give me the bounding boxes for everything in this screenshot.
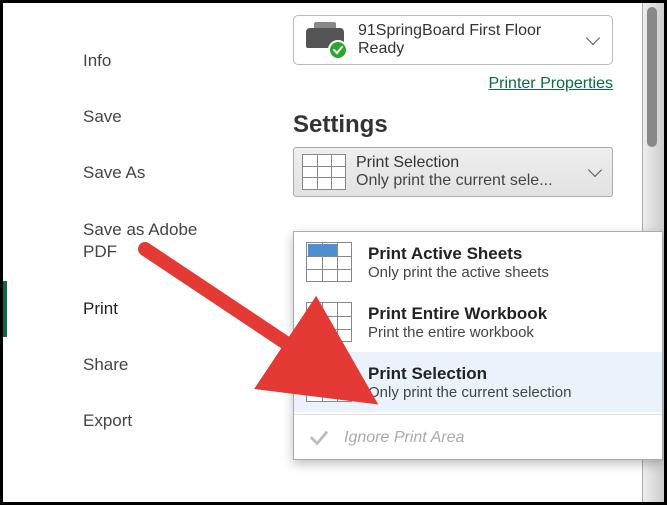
sidebar-item-save[interactable]: Save xyxy=(3,89,233,145)
sheet-selection-icon xyxy=(306,362,352,402)
check-icon xyxy=(328,40,348,60)
chevron-down-icon xyxy=(588,163,602,177)
ignore-label: Ignore Print Area xyxy=(344,429,464,447)
sidebar-label: Save as Adobe PDF xyxy=(83,220,197,261)
print-what-title: Print Selection xyxy=(356,154,590,172)
option-sub: Only print the current selection xyxy=(368,384,650,401)
sidebar-label: Info xyxy=(83,51,111,70)
option-ignore-print-area: Ignore Print Area xyxy=(294,417,662,459)
backstage-sidebar: Info Save Save As Save as Adobe PDF Prin… xyxy=(3,3,233,502)
option-title: Print Selection xyxy=(368,364,650,384)
printer-name: 91SpringBoard First Floor xyxy=(358,22,588,40)
sheet-active-icon xyxy=(306,242,352,282)
sidebar-label: Export xyxy=(83,411,132,430)
sidebar-item-export[interactable]: Export xyxy=(3,393,233,449)
option-print-active-sheets[interactable]: Print Active Sheets Only print the activ… xyxy=(294,232,662,292)
option-title: Print Active Sheets xyxy=(368,244,650,264)
chevron-down-icon xyxy=(586,31,600,45)
printer-status: Ready xyxy=(358,40,588,58)
sheet-workbook-icon xyxy=(306,302,352,342)
sidebar-item-info[interactable]: Info xyxy=(3,33,233,89)
print-panel: 91SpringBoard First Floor Ready Printer … xyxy=(233,3,664,502)
option-sub: Print the entire workbook xyxy=(368,324,650,341)
scrollbar-thumb[interactable] xyxy=(647,7,657,147)
printer-icon xyxy=(304,22,346,58)
sheet-selection-icon xyxy=(302,154,346,190)
option-print-entire-workbook[interactable]: Print Entire Workbook Print the entire w… xyxy=(294,292,662,352)
sidebar-label: Save As xyxy=(83,163,145,182)
printer-properties-link[interactable]: Printer Properties xyxy=(489,75,614,92)
sidebar-label: Print xyxy=(83,299,118,318)
settings-heading: Settings xyxy=(293,111,646,139)
print-what-selector[interactable]: Print Selection Only print the current s… xyxy=(293,147,613,197)
sidebar-label: Save xyxy=(83,107,122,126)
option-title: Print Entire Workbook xyxy=(368,304,650,324)
sidebar-item-print[interactable]: Print xyxy=(3,281,233,337)
sidebar-item-save-as[interactable]: Save As xyxy=(3,145,233,201)
printer-selector[interactable]: 91SpringBoard First Floor Ready xyxy=(293,15,613,65)
option-sub: Only print the active sheets xyxy=(368,264,650,281)
check-icon xyxy=(308,427,330,449)
separator xyxy=(294,414,662,415)
sidebar-item-share[interactable]: Share xyxy=(3,337,233,393)
sidebar-item-save-as-pdf[interactable]: Save as Adobe PDF xyxy=(3,201,233,281)
option-print-selection[interactable]: Print Selection Only print the current s… xyxy=(294,352,662,412)
print-what-sub: Only print the current sele... xyxy=(356,172,566,190)
print-what-dropdown: Print Active Sheets Only print the activ… xyxy=(293,231,663,460)
sidebar-label: Share xyxy=(83,355,128,374)
